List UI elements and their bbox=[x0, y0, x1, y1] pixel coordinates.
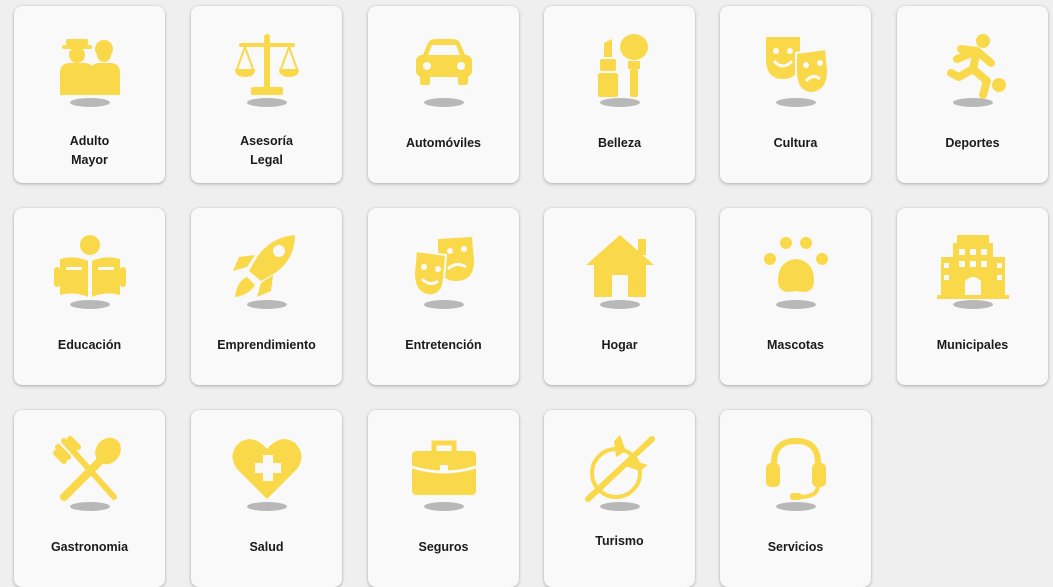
icon-shadow bbox=[69, 502, 110, 511]
category-card-gastronomia[interactable]: Gastronomia bbox=[14, 410, 165, 587]
icon-shadow bbox=[775, 300, 816, 309]
category-label: Belleza bbox=[597, 136, 642, 150]
soccer-player-icon bbox=[933, 30, 1013, 100]
category-label: Hogar bbox=[601, 338, 638, 352]
scales-icon bbox=[227, 30, 307, 100]
category-label: Cultura bbox=[773, 136, 818, 150]
theater-masks-icon bbox=[756, 30, 836, 100]
car-icon bbox=[404, 30, 484, 100]
icon-shadow bbox=[599, 502, 640, 511]
category-label: Adulto Mayor bbox=[69, 134, 110, 167]
category-card-entretencion[interactable]: Entretención bbox=[368, 208, 519, 385]
paw-icon bbox=[756, 232, 836, 302]
icon-shadow bbox=[599, 98, 640, 107]
category-card-turismo[interactable]: Turismo bbox=[544, 410, 695, 587]
category-card-municipales[interactable]: Municipales bbox=[897, 208, 1048, 385]
category-label: Servicios bbox=[767, 540, 824, 554]
category-label: Municipales bbox=[936, 338, 1009, 352]
category-card-seguros[interactable]: Seguros bbox=[368, 410, 519, 587]
category-card-belleza[interactable]: Belleza bbox=[544, 6, 695, 183]
icon-shadow bbox=[246, 98, 287, 107]
icon-shadow bbox=[246, 300, 287, 309]
category-card-mascotas[interactable]: Mascotas bbox=[720, 208, 871, 385]
category-label: Salud bbox=[249, 540, 284, 554]
category-label: Entretención bbox=[405, 338, 482, 352]
category-label: Deportes bbox=[945, 136, 1000, 150]
category-card-automoviles[interactable]: Automóviles bbox=[368, 6, 519, 183]
category-card-salud[interactable]: Salud bbox=[191, 410, 342, 587]
building-icon bbox=[933, 232, 1013, 302]
icon-shadow bbox=[952, 98, 993, 107]
category-label: Mascotas bbox=[767, 338, 824, 352]
briefcase-icon bbox=[404, 434, 484, 504]
icon-shadow bbox=[599, 300, 640, 309]
heart-plus-icon bbox=[227, 434, 307, 504]
makeup-icon bbox=[580, 30, 660, 100]
category-label: Asesoría Legal bbox=[240, 134, 293, 167]
elderly-icon bbox=[50, 30, 130, 100]
airplane-globe-icon bbox=[580, 434, 660, 504]
category-card-hogar[interactable]: Hogar bbox=[544, 208, 695, 385]
icon-shadow bbox=[69, 300, 110, 309]
theater-masks-icon bbox=[404, 232, 484, 302]
icon-shadow bbox=[423, 502, 464, 511]
category-card-deportes[interactable]: Deportes bbox=[897, 6, 1048, 183]
icon-shadow bbox=[775, 502, 816, 511]
icon-shadow bbox=[952, 300, 993, 309]
category-card-educacion[interactable]: Educación bbox=[14, 208, 165, 385]
category-card-servicios[interactable]: Servicios bbox=[720, 410, 871, 587]
category-label: Gastronomia bbox=[50, 540, 129, 554]
category-label: Turismo bbox=[595, 534, 644, 548]
category-card-adulto-mayor[interactable]: Adulto Mayor bbox=[14, 6, 165, 183]
category-label: Emprendimiento bbox=[217, 338, 316, 352]
icon-shadow bbox=[246, 502, 287, 511]
headset-icon bbox=[756, 434, 836, 504]
icon-shadow bbox=[423, 98, 464, 107]
rocket-icon bbox=[227, 232, 307, 302]
fork-spoon-icon bbox=[50, 434, 130, 504]
category-card-cultura[interactable]: Cultura bbox=[720, 6, 871, 183]
icon-shadow bbox=[69, 98, 110, 107]
icon-shadow bbox=[423, 300, 464, 309]
category-label: Seguros bbox=[418, 540, 469, 554]
category-label: Automóviles bbox=[405, 136, 481, 150]
reading-icon bbox=[50, 232, 130, 302]
category-label: Educación bbox=[57, 338, 122, 352]
category-card-asesoria-legal[interactable]: Asesoría Legal bbox=[191, 6, 342, 183]
icon-shadow bbox=[775, 98, 816, 107]
house-icon bbox=[580, 232, 660, 302]
category-card-emprendimiento[interactable]: Emprendimiento bbox=[191, 208, 342, 385]
